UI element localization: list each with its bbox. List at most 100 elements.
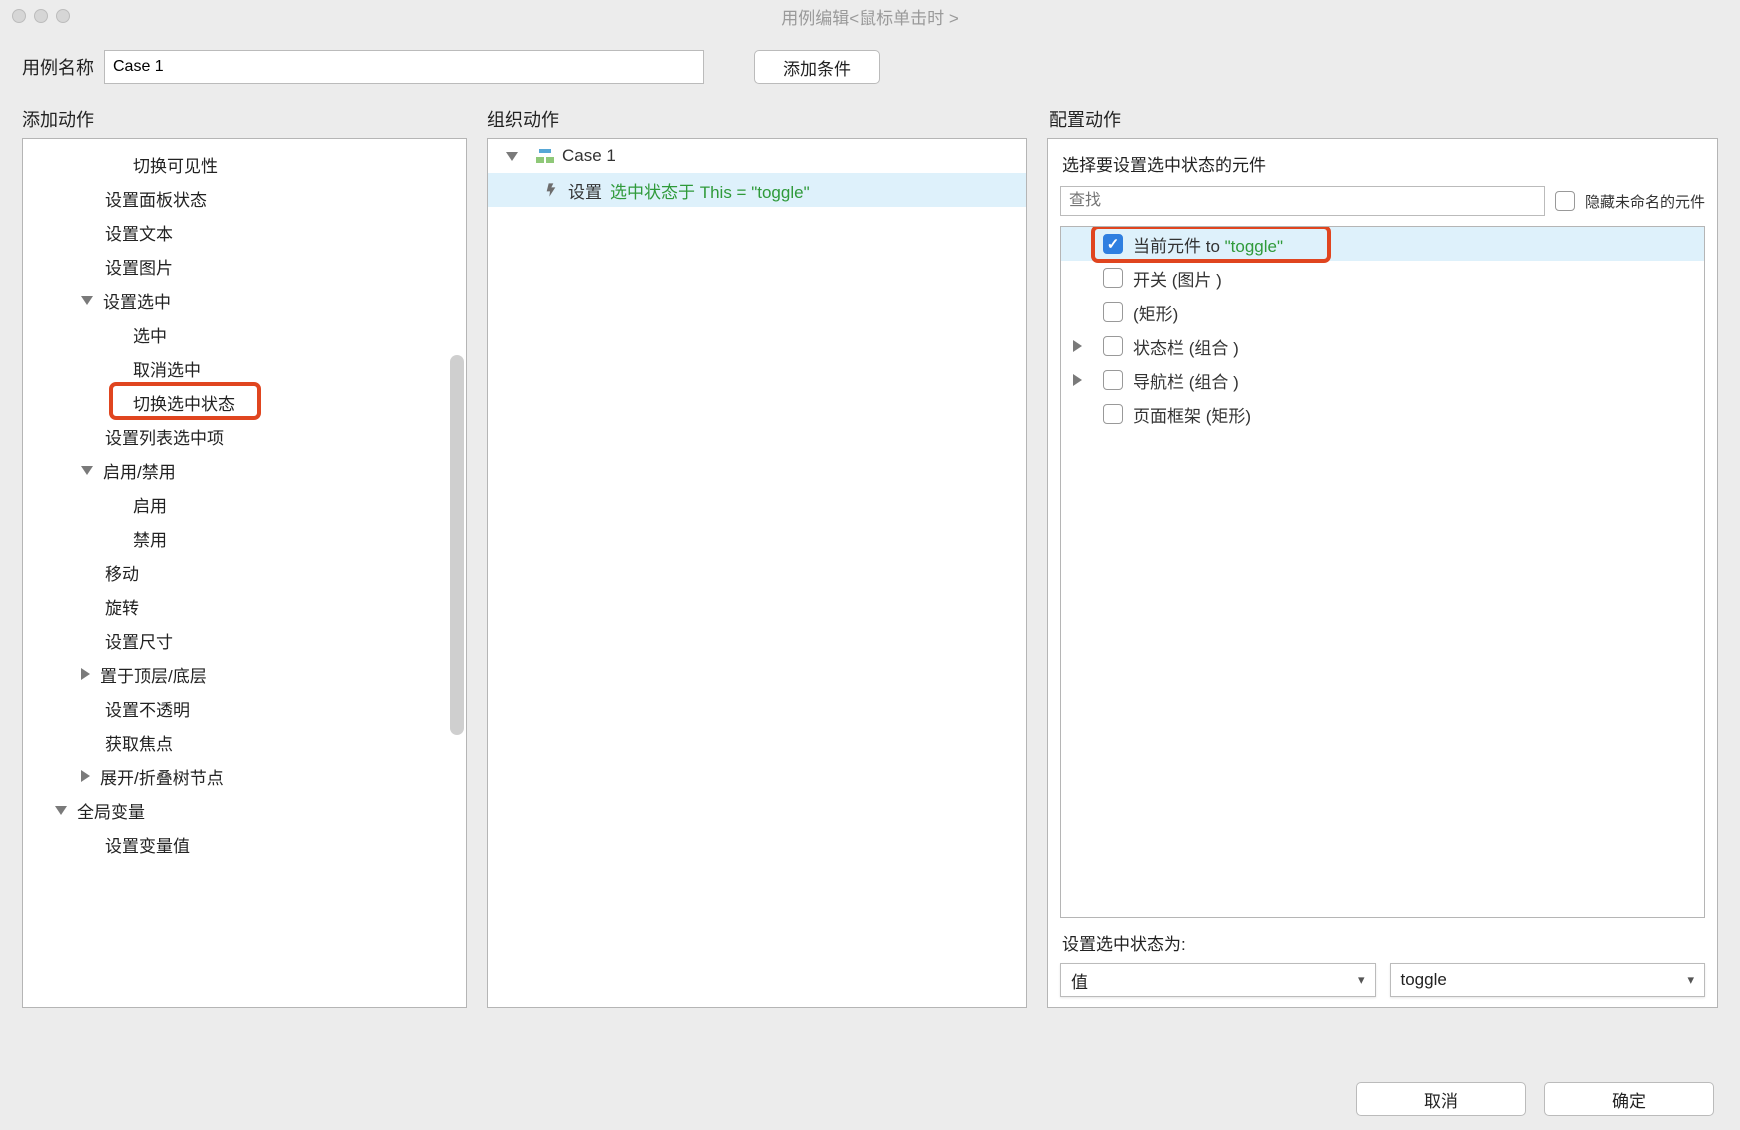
case-row[interactable]: Case 1	[488, 139, 1026, 173]
action-tree-item[interactable]: 禁用	[23, 521, 466, 555]
action-tree-item-label: 设置文本	[105, 220, 173, 245]
action-tree-item-label: 设置尺寸	[105, 628, 173, 653]
action-tree-item[interactable]: 展开/折叠树节点	[23, 759, 466, 793]
action-tree-item-label: 设置变量值	[105, 832, 190, 857]
value-dropdown-label: toggle	[1401, 970, 1447, 990]
widget-label: 导航栏 (组合 )	[1133, 368, 1239, 393]
widget-label: 开关 (图片 )	[1133, 266, 1222, 291]
flowchart-icon	[536, 149, 554, 163]
action-tree-item-label: 获取焦点	[105, 730, 173, 755]
action-tree-item[interactable]: 设置变量值	[23, 827, 466, 861]
action-tree-item-label: 禁用	[133, 526, 167, 551]
section-headers: 添加动作 组织动作 配置动作	[0, 92, 1740, 138]
action-tree-item-label: 取消选中	[133, 356, 201, 381]
case-name-label: 用例名称	[22, 54, 94, 80]
chevron-down-icon: ▾	[1358, 972, 1365, 988]
action-tree-item-label: 全局变量	[77, 798, 145, 823]
action-tree[interactable]: 切换可见性设置面板状态设置文本设置图片设置选中选中取消选中切换选中状态设置列表选…	[23, 139, 466, 1007]
action-tree-item[interactable]: 设置不透明	[23, 691, 466, 725]
action-tree-item-label: 设置面板状态	[105, 186, 207, 211]
action-tree-item-label: 选中	[133, 322, 167, 347]
widget-label: 状态栏 (组合 )	[1133, 334, 1239, 359]
action-tree-item-label: 设置列表选中项	[105, 424, 224, 449]
configure-action-panel: 选择要设置选中状态的元件 隐藏未命名的元件 当前元件 to "toggle"开关…	[1047, 138, 1718, 1008]
action-tree-item-label: 启用/禁用	[103, 458, 176, 483]
chevron-right-icon[interactable]	[1073, 374, 1082, 386]
widget-list-item[interactable]: (矩形)	[1061, 295, 1704, 329]
action-tree-item[interactable]: 全局变量	[23, 793, 466, 827]
add-condition-button[interactable]: 添加条件	[754, 50, 880, 84]
chevron-down-icon[interactable]	[81, 466, 93, 475]
chevron-right-icon[interactable]	[81, 770, 90, 782]
action-tree-item-label: 设置图片	[105, 254, 173, 279]
ok-button[interactable]: 确定	[1544, 1082, 1714, 1116]
widget-list-item[interactable]: 开关 (图片 )	[1061, 261, 1704, 295]
action-row[interactable]: 设置 选中状态于 This = "toggle"	[488, 173, 1026, 207]
chevron-down-icon[interactable]	[81, 296, 93, 305]
widget-label: (矩形)	[1133, 300, 1178, 325]
window-title: 用例编辑<鼠标单击时 >	[0, 4, 1740, 29]
configure-action-heading: 配置动作	[1049, 106, 1121, 132]
bolt-icon	[544, 181, 560, 199]
action-tree-item[interactable]: 设置面板状态	[23, 181, 466, 215]
widget-checkbox[interactable]	[1103, 404, 1123, 424]
select-widget-label: 选择要设置选中状态的元件	[1060, 149, 1705, 176]
set-state-label: 设置选中状态为:	[1060, 928, 1705, 955]
add-action-heading: 添加动作	[22, 106, 487, 132]
action-tree-item[interactable]: 移动	[23, 555, 466, 589]
case-name-input[interactable]	[104, 50, 704, 84]
widget-list-item[interactable]: 状态栏 (组合 )	[1061, 329, 1704, 363]
hide-unnamed-checkbox[interactable]	[1555, 191, 1575, 211]
action-tree-item[interactable]: 设置尺寸	[23, 623, 466, 657]
chevron-down-icon[interactable]	[506, 152, 518, 161]
action-tree-item[interactable]: 旋转	[23, 589, 466, 623]
value-dropdown[interactable]: toggle ▾	[1390, 963, 1706, 997]
action-tree-item[interactable]: 获取焦点	[23, 725, 466, 759]
case-label: Case 1	[562, 146, 616, 166]
chevron-right-icon[interactable]	[81, 668, 90, 680]
action-tree-item[interactable]: 取消选中	[23, 351, 466, 385]
cancel-button[interactable]: 取消	[1356, 1082, 1526, 1116]
highlight-marker	[1091, 226, 1331, 263]
chevron-right-icon[interactable]	[1073, 340, 1082, 352]
scrollbar-thumb[interactable]	[450, 355, 464, 735]
widget-checkbox[interactable]	[1103, 336, 1123, 356]
highlight-marker	[109, 382, 261, 420]
action-description: 选中状态于 This = "toggle"	[610, 178, 810, 203]
action-tree-item[interactable]: 选中	[23, 317, 466, 351]
action-tree-item[interactable]: 切换可见性	[23, 147, 466, 181]
action-tree-item-label: 设置选中	[103, 288, 171, 313]
widget-checkbox[interactable]	[1103, 302, 1123, 322]
action-tree-item-label: 置于顶层/底层	[100, 662, 207, 687]
chevron-down-icon[interactable]	[55, 806, 67, 815]
set-state-section: 设置选中状态为: 值 ▾ toggle ▾	[1060, 928, 1705, 997]
widget-list-item[interactable]: 页面框架 (矩形)	[1061, 397, 1704, 431]
titlebar: 用例编辑<鼠标单击时 >	[0, 0, 1740, 32]
action-tree-item[interactable]: 设置列表选中项	[23, 419, 466, 453]
organize-action-heading: 组织动作	[487, 106, 1049, 132]
organize-action-panel: Case 1 设置 选中状态于 This = "toggle"	[487, 138, 1027, 1008]
case-editor-window: 用例编辑<鼠标单击时 > 用例名称 添加条件 添加动作 组织动作 配置动作 切换…	[0, 0, 1740, 1130]
search-input[interactable]	[1060, 186, 1545, 216]
action-tree-item[interactable]: 设置文本	[23, 215, 466, 249]
search-row: 隐藏未命名的元件	[1060, 186, 1705, 216]
hide-unnamed-label: 隐藏未命名的元件	[1585, 191, 1705, 212]
widget-list[interactable]: 当前元件 to "toggle"开关 (图片 )(矩形)状态栏 (组合 )导航栏…	[1060, 226, 1705, 918]
action-tree-item-label: 移动	[105, 560, 139, 585]
action-tree-item[interactable]: 设置图片	[23, 249, 466, 283]
case-name-row: 用例名称 添加条件	[0, 32, 1740, 92]
widget-checkbox[interactable]	[1103, 370, 1123, 390]
widget-list-item[interactable]: 导航栏 (组合 )	[1061, 363, 1704, 397]
columns: 切换可见性设置面板状态设置文本设置图片设置选中选中取消选中切换选中状态设置列表选…	[0, 138, 1740, 1074]
add-action-panel: 切换可见性设置面板状态设置文本设置图片设置选中选中取消选中切换选中状态设置列表选…	[22, 138, 467, 1008]
action-tree-item[interactable]: 设置选中	[23, 283, 466, 317]
value-type-dropdown[interactable]: 值 ▾	[1060, 963, 1376, 997]
action-tree-item-label: 旋转	[105, 594, 139, 619]
widget-checkbox[interactable]	[1103, 268, 1123, 288]
action-tree-item[interactable]: 启用/禁用	[23, 453, 466, 487]
action-tree-item-label: 设置不透明	[105, 696, 190, 721]
action-tree-item[interactable]: 置于顶层/底层	[23, 657, 466, 691]
dialog-footer: 取消 确定	[0, 1074, 1740, 1130]
action-tree-item[interactable]: 启用	[23, 487, 466, 521]
action-tree-item-label: 启用	[133, 492, 167, 517]
